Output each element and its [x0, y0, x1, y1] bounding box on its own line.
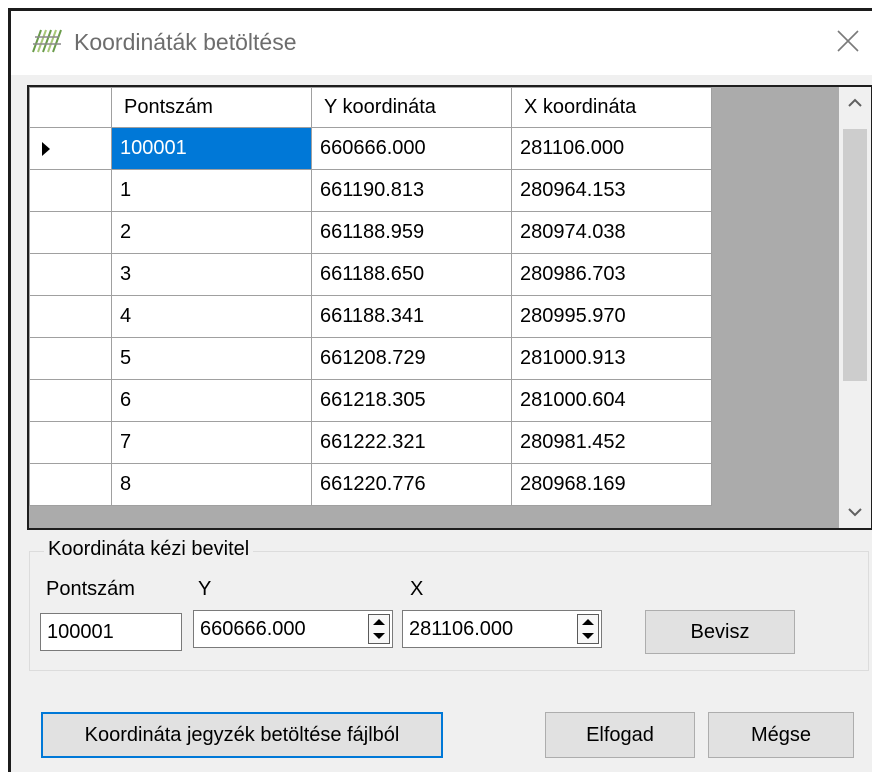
y-coordinate-spin-buttons[interactable]: [368, 614, 390, 644]
cancel-button[interactable]: Mégse: [708, 712, 854, 758]
row-header-cell[interactable]: [29, 295, 112, 338]
grid-corner-cell[interactable]: [29, 87, 112, 128]
row-header-cell[interactable]: [29, 337, 112, 380]
row-header-cell[interactable]: [29, 169, 112, 212]
scroll-down-button[interactable]: [839, 496, 871, 528]
y-spin-up-icon[interactable]: [373, 619, 385, 625]
x-coordinate-input[interactable]: [403, 611, 567, 647]
x-coordinate-stepper[interactable]: [402, 610, 602, 648]
point-number-cell[interactable]: 8: [111, 463, 312, 506]
x-coordinate-cell[interactable]: 280974.038: [511, 211, 712, 254]
chevron-up-icon: [848, 98, 862, 107]
vertical-scrollbar[interactable]: [839, 87, 871, 528]
point-number-cell[interactable]: 6: [111, 379, 312, 422]
point-number-cell[interactable]: 3: [111, 253, 312, 296]
load-from-file-button[interactable]: Koordináta jegyzék betöltése fájlból: [41, 712, 443, 758]
x-coordinate-cell[interactable]: 281000.604: [511, 379, 712, 422]
table-row[interactable]: 1 661190.813 280964.153: [29, 169, 712, 212]
y-coordinate-cell[interactable]: 661222.321: [311, 421, 512, 464]
map-icon: [32, 29, 62, 53]
x-coordinate-cell[interactable]: 280986.703: [511, 253, 712, 296]
y-coordinate-cell[interactable]: 661188.341: [311, 295, 512, 338]
x-coordinate-label: X: [410, 578, 424, 600]
y-spin-down-icon[interactable]: [373, 633, 385, 639]
coordinate-grid[interactable]: Pontszám Y koordináta X koordináta 10000…: [27, 85, 872, 530]
row-header-cell[interactable]: [29, 211, 112, 254]
point-number-label: Pontszám: [46, 578, 135, 600]
y-coordinate-cell[interactable]: 660666.000: [311, 127, 512, 170]
chevron-down-icon: [848, 508, 862, 517]
row-header-cell[interactable]: [29, 253, 112, 296]
column-header-x-coordinate[interactable]: X koordináta: [511, 87, 712, 128]
row-header-cell[interactable]: [29, 379, 112, 422]
point-number-cell[interactable]: 4: [111, 295, 312, 338]
close-icon: [837, 30, 859, 52]
y-coordinate-input[interactable]: [194, 611, 358, 647]
row-header-cell[interactable]: [29, 421, 112, 464]
x-coordinate-cell[interactable]: 281000.913: [511, 337, 712, 380]
window-title: Koordináták betöltése: [74, 29, 297, 55]
close-button[interactable]: [830, 21, 866, 61]
dialog-window: Koordináták betöltése Pontszám Y koordin…: [8, 8, 872, 772]
y-coordinate-cell[interactable]: 661190.813: [311, 169, 512, 212]
title-bar: Koordináták betöltése: [11, 11, 872, 75]
y-coordinate-cell[interactable]: 661220.776: [311, 463, 512, 506]
point-number-cell[interactable]: 2: [111, 211, 312, 254]
point-number-cell[interactable]: 5: [111, 337, 312, 380]
column-header-y-coordinate[interactable]: Y koordináta: [311, 87, 512, 128]
scrollbar-thumb[interactable]: [843, 129, 867, 381]
x-coordinate-spin-buttons[interactable]: [577, 614, 599, 644]
table-row[interactable]: 2 661188.959 280974.038: [29, 211, 712, 254]
x-coordinate-cell[interactable]: 280981.452: [511, 421, 712, 464]
manual-entry-group: Koordináta kézi bevitel Pontszám Y X Bev…: [29, 538, 869, 671]
coordinate-table: Pontszám Y koordináta X koordináta 10000…: [29, 87, 712, 506]
table-row[interactable]: 100001 660666.000 281106.000: [29, 127, 712, 170]
point-number-cell[interactable]: 7: [111, 421, 312, 464]
x-spin-up-icon[interactable]: [582, 619, 594, 625]
row-header-cell[interactable]: [29, 463, 112, 506]
table-row[interactable]: 4 661188.341 280995.970: [29, 295, 712, 338]
y-coordinate-stepper[interactable]: [193, 610, 393, 648]
current-row-pointer-icon: [42, 141, 50, 156]
table-row[interactable]: 8 661220.776 280968.169: [29, 463, 712, 506]
table-row[interactable]: 5 661208.729 281000.913: [29, 337, 712, 380]
table-row[interactable]: 7 661222.321 280981.452: [29, 421, 712, 464]
manual-entry-legend: Koordináta kézi bevitel: [44, 538, 254, 561]
scroll-up-button[interactable]: [839, 87, 871, 119]
y-coordinate-label: Y: [198, 578, 212, 600]
table-row[interactable]: 3 661188.650 280986.703: [29, 253, 712, 296]
point-number-input[interactable]: [40, 613, 182, 651]
column-header-point-number[interactable]: Pontszám: [111, 87, 312, 128]
y-coordinate-cell[interactable]: 661208.729: [311, 337, 512, 380]
x-spin-down-icon[interactable]: [582, 633, 594, 639]
point-number-cell[interactable]: 1: [111, 169, 312, 212]
x-coordinate-cell[interactable]: 281106.000: [511, 127, 712, 170]
y-coordinate-cell[interactable]: 661218.305: [311, 379, 512, 422]
y-coordinate-cell[interactable]: 661188.650: [311, 253, 512, 296]
table-row[interactable]: 6 661218.305 281000.604: [29, 379, 712, 422]
point-number-cell[interactable]: 100001: [111, 127, 312, 170]
x-coordinate-cell[interactable]: 280964.153: [511, 169, 712, 212]
accept-button[interactable]: Elfogad: [545, 712, 695, 758]
x-coordinate-cell[interactable]: 280995.970: [511, 295, 712, 338]
submit-entry-button[interactable]: Bevisz: [645, 610, 795, 654]
y-coordinate-cell[interactable]: 661188.959: [311, 211, 512, 254]
row-header-cell[interactable]: [29, 127, 112, 170]
grid-header-row: Pontszám Y koordináta X koordináta: [29, 87, 712, 128]
x-coordinate-cell[interactable]: 280968.169: [511, 463, 712, 506]
